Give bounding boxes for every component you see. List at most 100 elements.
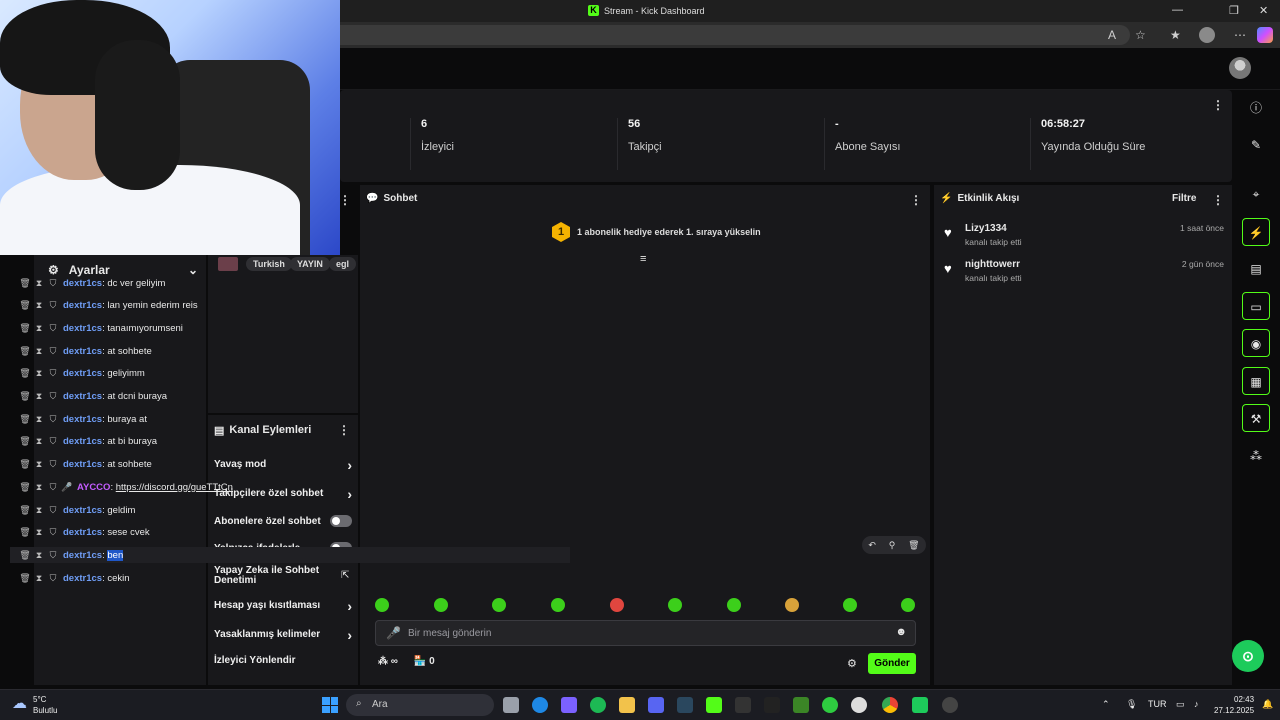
user-avatar[interactable] (1229, 57, 1251, 79)
delete-icon[interactable]: 🗑 (908, 540, 919, 551)
delete-icon[interactable]: 🗑 (18, 368, 32, 379)
start-button[interactable] (322, 697, 338, 713)
chat-message[interactable]: 🗑 ⧗ ⛉ dextr1cs: geliyimm (18, 366, 558, 382)
event-username[interactable]: nighttowerr (965, 259, 1020, 270)
timeout-hourglass-icon[interactable]: ⧗ (32, 573, 46, 584)
ban-shield-icon[interactable]: ⛉ (46, 505, 60, 516)
channel-actions-icon[interactable]: ▦ (1242, 367, 1270, 395)
timeout-hourglass-icon[interactable]: ⧗ (32, 482, 46, 493)
edit-pencil-icon[interactable]: ✎ (1242, 131, 1270, 159)
tag-chip[interactable]: egl (329, 257, 357, 271)
discord-icon[interactable] (648, 697, 664, 713)
timeout-hourglass-icon[interactable]: ⧗ (32, 505, 46, 516)
chat-message[interactable]: 🗑 ⧗ ⛉ dextr1cs: buraya at (18, 411, 558, 427)
ban-shield-icon[interactable]: ⛉ (46, 527, 60, 538)
tray-mic-icon[interactable]: 🎙 (1126, 699, 1137, 710)
chat-message[interactable]: 🗑 ⧗ ⛉ dextr1cs: at bi buraya (18, 434, 558, 450)
more-menu-icon[interactable]: ⋯ (1234, 28, 1246, 42)
tag-chip[interactable]: YAYIN (290, 257, 330, 271)
taskbar-clock[interactable]: 02:43 27.12.2025 (1214, 694, 1254, 716)
chat-username[interactable]: dextr1cs (63, 391, 102, 402)
timeout-hourglass-icon[interactable]: ⧗ (32, 436, 46, 447)
broadcast-icon[interactable]: ◉ (1242, 329, 1270, 357)
emote-icon[interactable] (375, 598, 389, 612)
app-green-icon[interactable] (822, 697, 838, 713)
ban-shield-icon[interactable]: ⛉ (46, 550, 60, 561)
ban-shield-icon[interactable]: ⛉ (46, 459, 60, 470)
kick-taskbar-icon[interactable] (706, 697, 722, 713)
chat-username[interactable]: AYCCO (77, 482, 110, 493)
chat-username[interactable]: dextr1cs (63, 550, 102, 561)
delete-icon[interactable]: 🗑 (18, 482, 32, 493)
action-account-age[interactable]: Hesap yaşı kısıtlaması › (214, 598, 352, 614)
ban-shield-icon[interactable]: ⛉ (46, 414, 60, 425)
ban-shield-icon[interactable]: ⛉ (46, 482, 60, 493)
emote-icon[interactable] (668, 598, 682, 612)
delete-icon[interactable]: 🗑 (18, 346, 32, 357)
copilot-taskbar-icon[interactable] (561, 697, 577, 713)
delete-icon[interactable]: 🗑 (18, 278, 32, 289)
chat-message[interactable]: 🗑 ⧗ ⛉ dextr1cs: at sohbete (18, 343, 558, 359)
chat-message[interactable]: 🗑 ⧗ ⛉ dextr1cs: tanaımıyorumseni (18, 320, 558, 336)
scroll-down-icon[interactable]: ≡ (640, 253, 646, 265)
chat-username[interactable]: dextr1cs (63, 436, 102, 447)
delete-icon[interactable]: 🗑 (18, 527, 32, 538)
delete-icon[interactable]: 🗑 (18, 459, 32, 470)
timeout-hourglass-icon[interactable]: ⧗ (32, 368, 46, 379)
close-icon[interactable]: ✕ (1259, 4, 1268, 17)
chat-message[interactable]: 🗑 ⧗ ⛉ dextr1cs: at sohbete (18, 457, 558, 473)
tray-chevron-icon[interactable]: ⌃ (1102, 699, 1110, 710)
integrations-icon[interactable]: ⁂ (1242, 442, 1270, 470)
send-button[interactable]: Gönder (868, 653, 916, 674)
emote-icon[interactable] (727, 598, 741, 612)
support-button[interactable]: ⊙ (1232, 640, 1264, 672)
chat-username[interactable]: dextr1cs (63, 278, 102, 289)
delete-icon[interactable]: 🗑 (18, 300, 32, 311)
chat-settings-gear-icon[interactable]: ⚙ (847, 657, 857, 670)
weather-widget[interactable]: ☁ 5°C Bulutlu (12, 694, 57, 716)
ban-shield-icon[interactable]: ⛉ (46, 368, 60, 379)
timeout-hourglass-icon[interactable]: ⧗ (32, 323, 46, 334)
emote-icon[interactable] (434, 598, 448, 612)
chat-icon[interactable]: ▭ (1242, 292, 1270, 320)
chat-username[interactable]: dextr1cs (63, 346, 102, 357)
pin-icon[interactable]: ⚲ (889, 540, 896, 551)
delete-icon[interactable]: 🗑 (18, 414, 32, 425)
timeout-hourglass-icon[interactable]: ⧗ (32, 278, 46, 289)
delete-icon[interactable]: 🗑 (18, 573, 32, 584)
restore-icon[interactable]: ❐ (1229, 4, 1239, 17)
chat-message[interactable]: 🗑 ⧗ ⛉ dextr1cs: at dcni buraya (18, 389, 558, 405)
chat-text[interactable]: https://discord.gg/gueTTtCn (116, 482, 233, 493)
filter-button[interactable]: Filtre (1172, 193, 1196, 204)
ban-shield-icon[interactable]: ⛉ (46, 346, 60, 357)
chat-menu-icon[interactable]: ⋮ (910, 193, 922, 207)
taskbar-search[interactable]: ⌕ Ara (346, 694, 494, 716)
info-icon[interactable]: ⓘ (1242, 94, 1270, 122)
tag-chip[interactable]: Turkish (246, 257, 292, 271)
activity-feed-menu-icon[interactable]: ⋮ (1212, 193, 1224, 207)
timeout-hourglass-icon[interactable]: ⧗ (32, 346, 46, 357)
chat-username[interactable]: dextr1cs (63, 573, 102, 584)
chat-username[interactable]: dextr1cs (63, 459, 102, 470)
kick-app-icon[interactable] (912, 697, 928, 713)
language-indicator[interactable]: TUR (1148, 699, 1167, 709)
delete-icon[interactable]: 🗑 (18, 323, 32, 334)
app-x-icon[interactable] (764, 697, 780, 713)
action-banned-words[interactable]: Yasaklanmış kelimeler › (214, 627, 352, 643)
timeout-hourglass-icon[interactable]: ⧗ (32, 391, 46, 402)
timeout-hourglass-icon[interactable]: ⧗ (32, 459, 46, 470)
edge-browser-icon[interactable] (532, 697, 548, 713)
chat-username[interactable]: dextr1cs (63, 323, 102, 334)
chat-message[interactable]: 🗑 ⧗ ⛉ dextr1cs: dc ver geliyim (18, 275, 558, 291)
tools-wrench-icon[interactable]: ⚒ (1242, 404, 1270, 432)
copilot-icon[interactable] (1257, 27, 1273, 43)
task-view-icon[interactable] (503, 697, 519, 713)
chat-message[interactable]: 🗑 ⧗ ⛉ dextr1cs: ben (10, 547, 570, 564)
timeout-hourglass-icon[interactable]: ⧗ (32, 300, 46, 311)
emote-icon[interactable] (901, 598, 915, 612)
ban-shield-icon[interactable]: ⛉ (46, 436, 60, 447)
ban-shield-icon[interactable]: ⛉ (46, 278, 60, 289)
store-indicator[interactable]: 🏪 0 (414, 656, 435, 667)
ban-shield-icon[interactable]: ⛉ (46, 391, 60, 402)
obs-icon[interactable] (851, 697, 867, 713)
